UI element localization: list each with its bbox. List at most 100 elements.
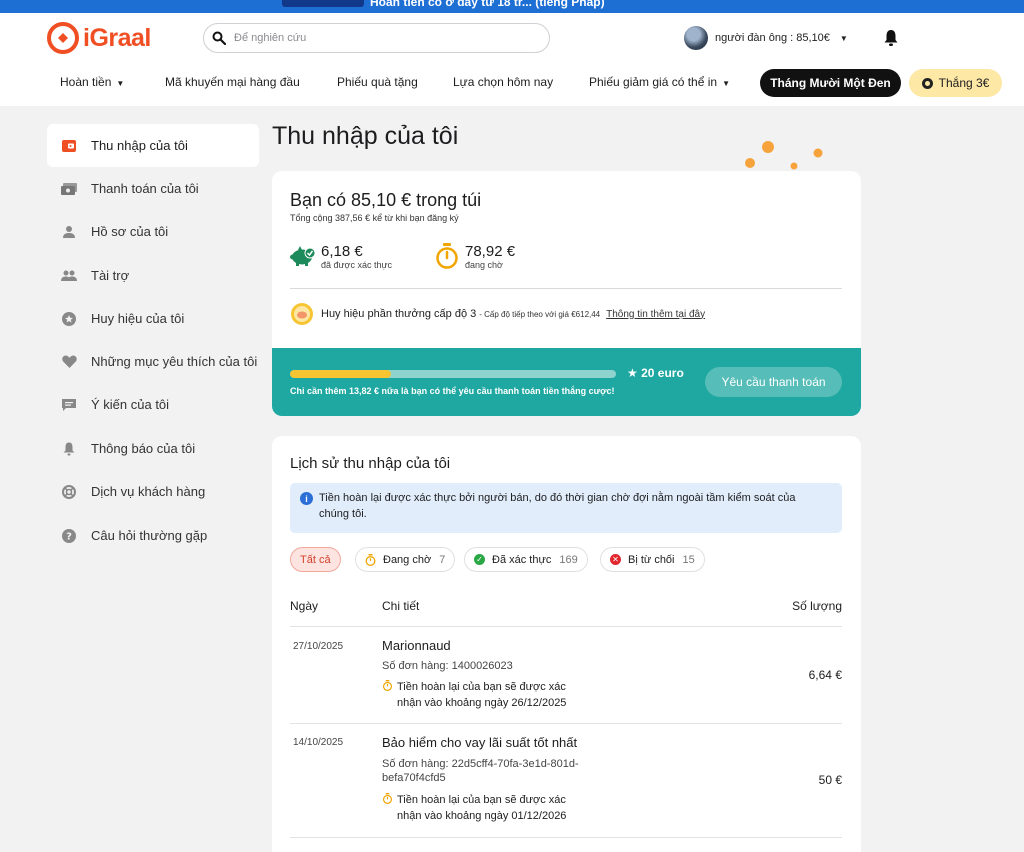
search-input[interactable]	[234, 32, 524, 44]
pending-amount: 78,92 €	[465, 243, 516, 260]
notification-bell-icon[interactable]	[883, 29, 899, 47]
column-details: Chi tiết	[382, 599, 420, 613]
filter-rejected[interactable]: ✕ Bị từ chối 15	[600, 547, 705, 572]
nav-todays-picks[interactable]: Lựa chọn hôm nay	[453, 75, 553, 89]
x-circle-icon: ✕	[610, 554, 621, 565]
info-message: i Tiền hoàn lại được xác thực bởi người …	[290, 483, 842, 533]
logo[interactable]: iGraal	[47, 21, 151, 55]
sidebar-item-my-profile[interactable]: Hồ sơ của tôi	[47, 210, 259, 253]
comment-icon	[61, 397, 77, 413]
earnings-history-card: Lịch sử thu nhập của tôi i Tiền hoàn lại…	[272, 436, 861, 852]
win-3-euro-button[interactable]: Thắng 3€	[909, 69, 1002, 97]
nav-printable-coupons[interactable]: Phiếu giảm giá có thể in ▼	[589, 75, 730, 89]
banner-badge	[282, 0, 364, 7]
sidebar-item-label: Thông báo của tôi	[91, 441, 196, 456]
sidebar-item-customer-service[interactable]: Dịch vụ khách hàng	[47, 470, 259, 513]
top-banner: Hoàn tiền có ở đây từ 18 tr... (tiếng Ph…	[0, 0, 1024, 13]
heart-icon	[61, 354, 77, 370]
row-note: Tiền hoàn lại của bạn sẽ được xác nhận v…	[382, 679, 592, 711]
sidebar-item-label: Ý kiến của tôi	[91, 397, 170, 412]
progress-text: Chỉ cần thêm 13,82 € nữa là bạn có thể y…	[290, 386, 615, 396]
badge-text: Huy hiệu phần thưởng cấp độ 3	[321, 308, 477, 320]
sidebar-item-label: Những mục yêu thích của tôi	[91, 354, 258, 369]
row-note: Tiền hoàn lại của bạn sẽ được xác nhận v…	[382, 792, 592, 824]
payout-goal-label: 20 euro	[641, 366, 684, 380]
row-note-text: Tiền hoàn lại của bạn sẽ được xác nhận v…	[397, 794, 567, 822]
divider	[290, 288, 842, 289]
pending-stat: 78,92 € đang chờ	[435, 243, 515, 270]
filter-validated[interactable]: ✓ Đã xác thực 169	[464, 547, 588, 572]
header: iGraal người đàn ông : 85,10€ ▼ Hoàn tiề…	[0, 13, 1024, 106]
search-bar[interactable]	[203, 23, 550, 53]
timer-icon	[365, 553, 376, 566]
igraal-logo-icon	[47, 22, 79, 54]
win-3-euro-label: Thắng 3€	[938, 76, 990, 90]
column-date: Ngày	[290, 599, 319, 613]
row-divider	[290, 723, 842, 724]
reward-badge-icon	[291, 303, 313, 325]
help-icon: ?	[61, 528, 77, 544]
row-order-number: Số đơn hàng: 1400026023	[382, 660, 513, 672]
piggy-check-icon	[290, 246, 316, 266]
pending-label: đang chờ	[465, 260, 503, 270]
black-friday-button[interactable]: Tháng Mười Một Đen	[760, 69, 901, 97]
sidebar-item-label: Thu nhập của tôi	[91, 138, 188, 153]
row-merchant: Marionnaud	[382, 638, 451, 653]
badge-info-link[interactable]: Thông tin thêm tại đây	[606, 309, 705, 320]
row-amount: 6,64 €	[808, 668, 842, 682]
filter-pending[interactable]: Đang chờ 7	[355, 547, 456, 572]
coin-icon	[921, 77, 933, 89]
filter-all[interactable]: Tất cả	[290, 547, 341, 572]
row-note-text: Tiền hoàn lại của bạn sẽ được xác nhận v…	[397, 681, 567, 709]
history-title: Lịch sử thu nhập của tôi	[290, 455, 451, 472]
user-label: người đàn ông : 85,10€	[715, 32, 830, 44]
check-circle-icon: ✓	[474, 554, 485, 565]
banner-text: Hoàn tiền có ở đây từ 18 tr... (tiếng Ph…	[370, 0, 605, 9]
payment-icon	[61, 181, 77, 197]
column-amount: Số lượng	[792, 599, 842, 613]
main-nav: Hoàn tiền ▼ Mã khuyến mại hàng đầu Phiếu …	[0, 68, 1024, 98]
sidebar-item-my-badges[interactable]: Huy hiệu của tôi	[47, 297, 259, 340]
timer-icon	[382, 680, 393, 691]
sidebar-item-label: Huy hiệu của tôi	[91, 311, 185, 326]
chevron-down-icon: ▼	[116, 79, 125, 88]
row-divider	[290, 626, 842, 627]
row-divider	[290, 837, 842, 838]
payout-progress-zone: ★ 20 euro Chỉ cần thêm 13,82 € nữa là bạ…	[272, 348, 861, 416]
badge-next-level: - Cấp độ tiếp theo với giá €612,44	[479, 309, 601, 319]
filter-pending-count: 7	[439, 553, 446, 566]
nav-top-promo-codes[interactable]: Mã khuyến mại hàng đầu	[165, 75, 300, 89]
people-icon	[61, 268, 77, 284]
sidebar-item-my-favorites[interactable]: Những mục yêu thích của tôi	[47, 340, 259, 383]
row-amount: 50 €	[818, 773, 842, 787]
sidebar-item-my-earnings[interactable]: Thu nhập của tôi	[47, 124, 259, 167]
timer-icon	[436, 243, 458, 269]
validated-amount: 6,18 €	[321, 243, 363, 260]
info-text: Tiền hoàn lại được xác thực bởi người bá…	[319, 492, 796, 520]
balance-total: Tổng cộng 387,56 € kể từ khi bạn đăng ký	[290, 213, 459, 223]
payout-goal: ★ 20 euro	[627, 366, 684, 380]
chevron-down-icon: ▼	[839, 33, 848, 43]
wallet-icon	[61, 138, 77, 154]
reward-badge-row: Huy hiệu phần thưởng cấp độ 3 - Cấp độ t…	[290, 302, 705, 326]
filter-validated-count: 169	[559, 553, 578, 566]
sidebar-item-my-payments[interactable]: Thanh toán của tôi	[47, 167, 259, 210]
chevron-down-icon: ▼	[722, 79, 731, 88]
sidebar-item-sponsorship[interactable]: Tài trợ	[47, 254, 259, 297]
sidebar-item-label: Thanh toán của tôi	[91, 181, 199, 196]
user-menu[interactable]: người đàn ông : 85,10€ ▼	[684, 25, 848, 51]
sidebar-item-my-reviews[interactable]: Ý kiến của tôi	[47, 383, 259, 426]
info-icon: i	[300, 492, 313, 505]
sidebar-item-my-notifications[interactable]: Thông báo của tôi	[47, 427, 259, 470]
sidebar-item-label: Dịch vụ khách hàng	[91, 484, 206, 499]
logo-text: iGraal	[83, 23, 151, 52]
nav-cashback[interactable]: Hoàn tiền ▼	[60, 75, 124, 89]
nav-gift-vouchers[interactable]: Phiếu quà tặng	[337, 75, 418, 89]
sidebar-item-faq[interactable]: ? Câu hỏi thường gặp	[47, 514, 259, 557]
filter-rejected-count: 15	[682, 553, 695, 566]
star-icon: ★	[627, 366, 638, 380]
payout-progress-bar	[290, 370, 616, 378]
validated-label: đã được xác thực	[321, 260, 392, 270]
sidebar-item-label: Hồ sơ của tôi	[91, 224, 169, 239]
request-payment-button[interactable]: Yêu cầu thanh toán	[705, 367, 842, 397]
